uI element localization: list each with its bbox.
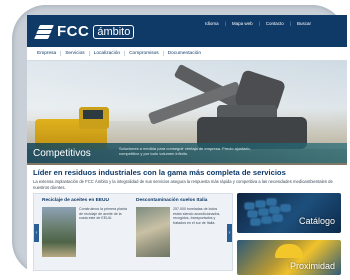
logo-subtitle: ámbito xyxy=(93,24,135,39)
catalogo-tile[interactable]: Catálogo xyxy=(237,193,341,233)
link-contacto[interactable]: Contacto xyxy=(266,21,284,26)
nav-item-localizacion[interactable]: Localización xyxy=(90,51,126,56)
website-screen: FCC ámbito Idioma | Mapa web | Contacto … xyxy=(27,15,347,277)
nav-item-documentacion[interactable]: Documentación xyxy=(164,51,205,56)
news-title[interactable]: Reciclaje de aceites en EEUU xyxy=(42,198,130,203)
keyboard-image xyxy=(245,199,305,227)
carousel-prev-arrow-icon[interactable]: ‹ xyxy=(34,224,39,242)
proximidad-tile[interactable]: Proximidad xyxy=(237,240,341,275)
hero-title: Competitivos xyxy=(33,148,91,159)
news-thumbnail[interactable] xyxy=(42,207,76,257)
nav-item-compromisos[interactable]: Compromisos xyxy=(125,51,164,56)
link-buscar[interactable]: Buscar xyxy=(297,21,311,26)
hard-hat-image xyxy=(275,244,303,258)
nav-item-servicios[interactable]: Servicios xyxy=(61,51,90,56)
main-nav: Empresa Servicios Localización Compromis… xyxy=(27,47,347,61)
catalogo-label[interactable]: Catálogo xyxy=(299,216,335,226)
logo-text: FCC xyxy=(57,23,90,40)
hero-description: Soluciones a medida para conseguir venta… xyxy=(119,146,251,156)
utility-links: Idioma | Mapa web | Contacto | Buscar xyxy=(205,21,311,26)
news-text: 257.000 toneladas de lodos están siendo … xyxy=(173,207,221,225)
intro-text: La extensa implantación de FCC Ámbito y … xyxy=(33,179,333,190)
link-separator: | xyxy=(289,21,291,26)
truck-window xyxy=(83,110,103,119)
news-thumbnail[interactable] xyxy=(136,207,170,257)
proximidad-label[interactable]: Proximidad xyxy=(290,261,335,271)
news-carousel: ‹ Reciclaje de aceites en EEUU Construim… xyxy=(33,193,233,271)
link-mapa-web[interactable]: Mapa web xyxy=(232,21,253,26)
news-item[interactable]: Descontaminación suelos Italia 257.000 t… xyxy=(136,198,224,257)
news-text: Construimos la primera planta de recicla… xyxy=(79,207,127,221)
fcc-logo-icon xyxy=(33,24,55,40)
news-title[interactable]: Descontaminación suelos Italia xyxy=(136,198,224,203)
site-header: FCC ámbito Idioma | Mapa web | Contacto … xyxy=(27,15,347,47)
link-separator: | xyxy=(258,21,260,26)
page-headline: Líder en residuos industriales con la ga… xyxy=(33,168,286,177)
news-item[interactable]: Reciclaje de aceites en EEUU Construimos… xyxy=(42,198,130,257)
link-idioma[interactable]: Idioma xyxy=(205,21,219,26)
link-separator: | xyxy=(224,21,226,26)
nav-item-empresa[interactable]: Empresa xyxy=(33,51,62,56)
fcc-ambito-logo[interactable]: FCC ámbito xyxy=(33,23,135,40)
carousel-next-arrow-icon[interactable]: › xyxy=(227,224,232,242)
